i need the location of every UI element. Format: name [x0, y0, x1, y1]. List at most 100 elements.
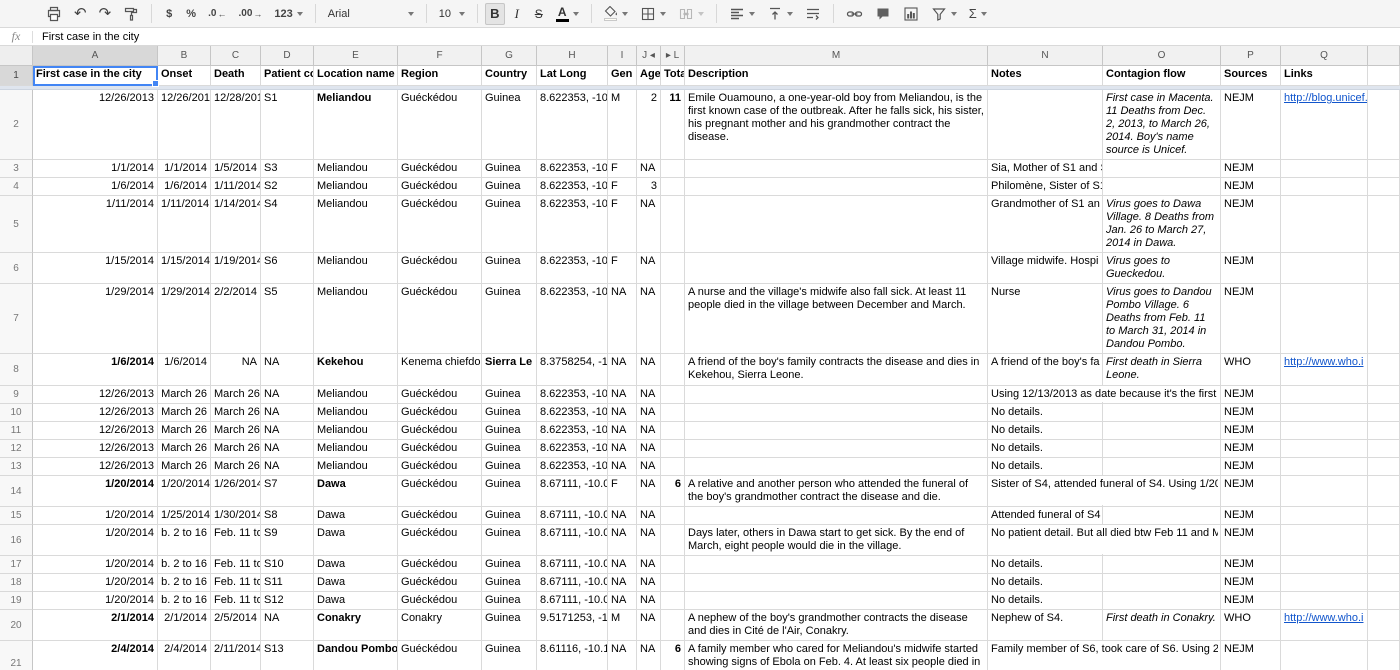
cell-O2[interactable]: First case in Macenta. 11 Deaths from De… — [1103, 90, 1221, 160]
cell-R19[interactable] — [1368, 592, 1400, 610]
cell-H1[interactable]: Lat Long — [537, 66, 608, 86]
increase-decimal-button[interactable]: .00→ — [234, 3, 268, 25]
cell-L1[interactable]: Tota — [661, 66, 685, 86]
row-header-16[interactable]: 16 — [0, 525, 33, 556]
cell-C19[interactable]: Feb. 11 to — [211, 592, 261, 610]
cell-A19[interactable]: 1/20/2014 — [33, 592, 158, 610]
row-header-1[interactable]: 1 — [0, 66, 33, 86]
cell-E12[interactable]: Meliandou — [314, 440, 398, 458]
cell-P18[interactable]: NEJM — [1221, 574, 1281, 592]
column-header-G[interactable]: G — [482, 46, 537, 66]
cell-B18[interactable]: b. 2 to 16 — [158, 574, 211, 592]
cell-B15[interactable]: 1/25/2014 — [158, 507, 211, 525]
bold-button[interactable]: B — [485, 3, 505, 25]
cell-C12[interactable]: March 26 — [211, 440, 261, 458]
cell-M15[interactable] — [685, 507, 988, 525]
cell-P2[interactable]: NEJM — [1221, 90, 1281, 160]
cell-P6[interactable]: NEJM — [1221, 253, 1281, 284]
cell-Q10[interactable] — [1281, 404, 1368, 422]
cell-F2[interactable]: Guéckédou — [398, 90, 482, 160]
column-header-M[interactable]: M — [685, 46, 988, 66]
cell-J8[interactable]: NA — [637, 354, 661, 386]
cell-M19[interactable] — [685, 592, 988, 610]
cell-F21[interactable]: Guéckédou — [398, 641, 482, 670]
cell-E5[interactable]: Meliandou — [314, 196, 398, 253]
cell-M5[interactable] — [685, 196, 988, 253]
cell-G1[interactable]: Country — [482, 66, 537, 86]
insert-chart-button[interactable] — [898, 3, 924, 25]
cell-M9[interactable] — [685, 386, 988, 404]
cell-C3[interactable]: 1/5/2014 — [211, 160, 261, 178]
column-header-E[interactable]: E — [314, 46, 398, 66]
cell-B3[interactable]: 1/1/2014 — [158, 160, 211, 178]
cell-P7[interactable]: NEJM — [1221, 284, 1281, 354]
cell-P10[interactable]: NEJM — [1221, 404, 1281, 422]
cell-L13[interactable] — [661, 458, 685, 476]
column-header-H[interactable]: H — [537, 46, 608, 66]
cell-A6[interactable]: 1/15/2014 — [33, 253, 158, 284]
cell-J3[interactable]: NA — [637, 160, 661, 178]
cell-Q15[interactable] — [1281, 507, 1368, 525]
cell-O13[interactable] — [1103, 458, 1221, 476]
cell-N10[interactable]: No details. — [988, 404, 1103, 422]
cell-L18[interactable] — [661, 574, 685, 592]
cell-N3[interactable]: Sia, Mother of S1 and S2 — [988, 160, 1103, 178]
column-header-C[interactable]: C — [211, 46, 261, 66]
cell-M2[interactable]: Emile Ouamouno, a one-year-old boy from … — [685, 90, 988, 160]
insert-comment-button[interactable] — [870, 3, 896, 25]
cell-J20[interactable]: NA — [637, 610, 661, 641]
cell-I5[interactable]: F — [608, 196, 637, 253]
cell-E8[interactable]: Kekehou — [314, 354, 398, 386]
cell-H7[interactable]: 8.622353, -10 — [537, 284, 608, 354]
cell-G2[interactable]: Guinea — [482, 90, 537, 160]
cell-B17[interactable]: b. 2 to 16 — [158, 556, 211, 574]
horizontal-align-button[interactable] — [724, 3, 760, 25]
cell-D17[interactable]: S10 — [261, 556, 314, 574]
cell-G3[interactable]: Guinea — [482, 160, 537, 178]
cell-F3[interactable]: Guéckédou — [398, 160, 482, 178]
cell-L16[interactable] — [661, 525, 685, 556]
cell-O17[interactable] — [1103, 556, 1221, 574]
cell-D6[interactable]: S6 — [261, 253, 314, 284]
cell-A8[interactable]: 1/6/2014 — [33, 354, 158, 386]
cell-R6[interactable] — [1368, 253, 1400, 284]
row-header-4[interactable]: 4 — [0, 178, 33, 196]
cell-D5[interactable]: S4 — [261, 196, 314, 253]
cell-I17[interactable]: NA — [608, 556, 637, 574]
cell-G20[interactable]: Guinea — [482, 610, 537, 641]
cell-H5[interactable]: 8.622353, -10 — [537, 196, 608, 253]
row-header-21[interactable]: 21 — [0, 641, 33, 670]
column-header-N[interactable]: N — [988, 46, 1103, 66]
cell-N2[interactable] — [988, 90, 1103, 160]
cell-H14[interactable]: 8.67111, -10.0 — [537, 476, 608, 507]
cell-H19[interactable]: 8.67111, -10.0 — [537, 592, 608, 610]
cell-A16[interactable]: 1/20/2014 — [33, 525, 158, 556]
column-header-B[interactable]: B — [158, 46, 211, 66]
cell-B10[interactable]: March 26 — [158, 404, 211, 422]
cell-C15[interactable]: 1/30/2014 — [211, 507, 261, 525]
cell-I15[interactable]: NA — [608, 507, 637, 525]
cell-P17[interactable]: NEJM — [1221, 556, 1281, 574]
cell-R7[interactable] — [1368, 284, 1400, 354]
column-header-R[interactable] — [1368, 46, 1400, 66]
cell-F4[interactable]: Guéckédou — [398, 178, 482, 196]
cell-E7[interactable]: Meliandou — [314, 284, 398, 354]
cell-B4[interactable]: 1/6/2014 — [158, 178, 211, 196]
cell-N21[interactable]: Family member of S6, took care of S6. Us… — [988, 641, 1103, 670]
cell-E21[interactable]: Dandou Pombo — [314, 641, 398, 670]
cell-H4[interactable]: 8.622353, -10 — [537, 178, 608, 196]
cell-R15[interactable] — [1368, 507, 1400, 525]
cell-C6[interactable]: 1/19/2014 — [211, 253, 261, 284]
cell-B11[interactable]: March 26 — [158, 422, 211, 440]
cell-C5[interactable]: 1/14/2014 — [211, 196, 261, 253]
cell-Q14[interactable] — [1281, 476, 1368, 507]
cell-M20[interactable]: A nephew of the boy's grandmother contra… — [685, 610, 988, 641]
cell-R8[interactable] — [1368, 354, 1400, 386]
cell-A5[interactable]: 1/11/2014 — [33, 196, 158, 253]
cell-O12[interactable] — [1103, 440, 1221, 458]
cell-J14[interactable]: NA — [637, 476, 661, 507]
cell-L19[interactable] — [661, 592, 685, 610]
cell-A21[interactable]: 2/4/2014 — [33, 641, 158, 670]
cell-L3[interactable] — [661, 160, 685, 178]
cell-J17[interactable]: NA — [637, 556, 661, 574]
